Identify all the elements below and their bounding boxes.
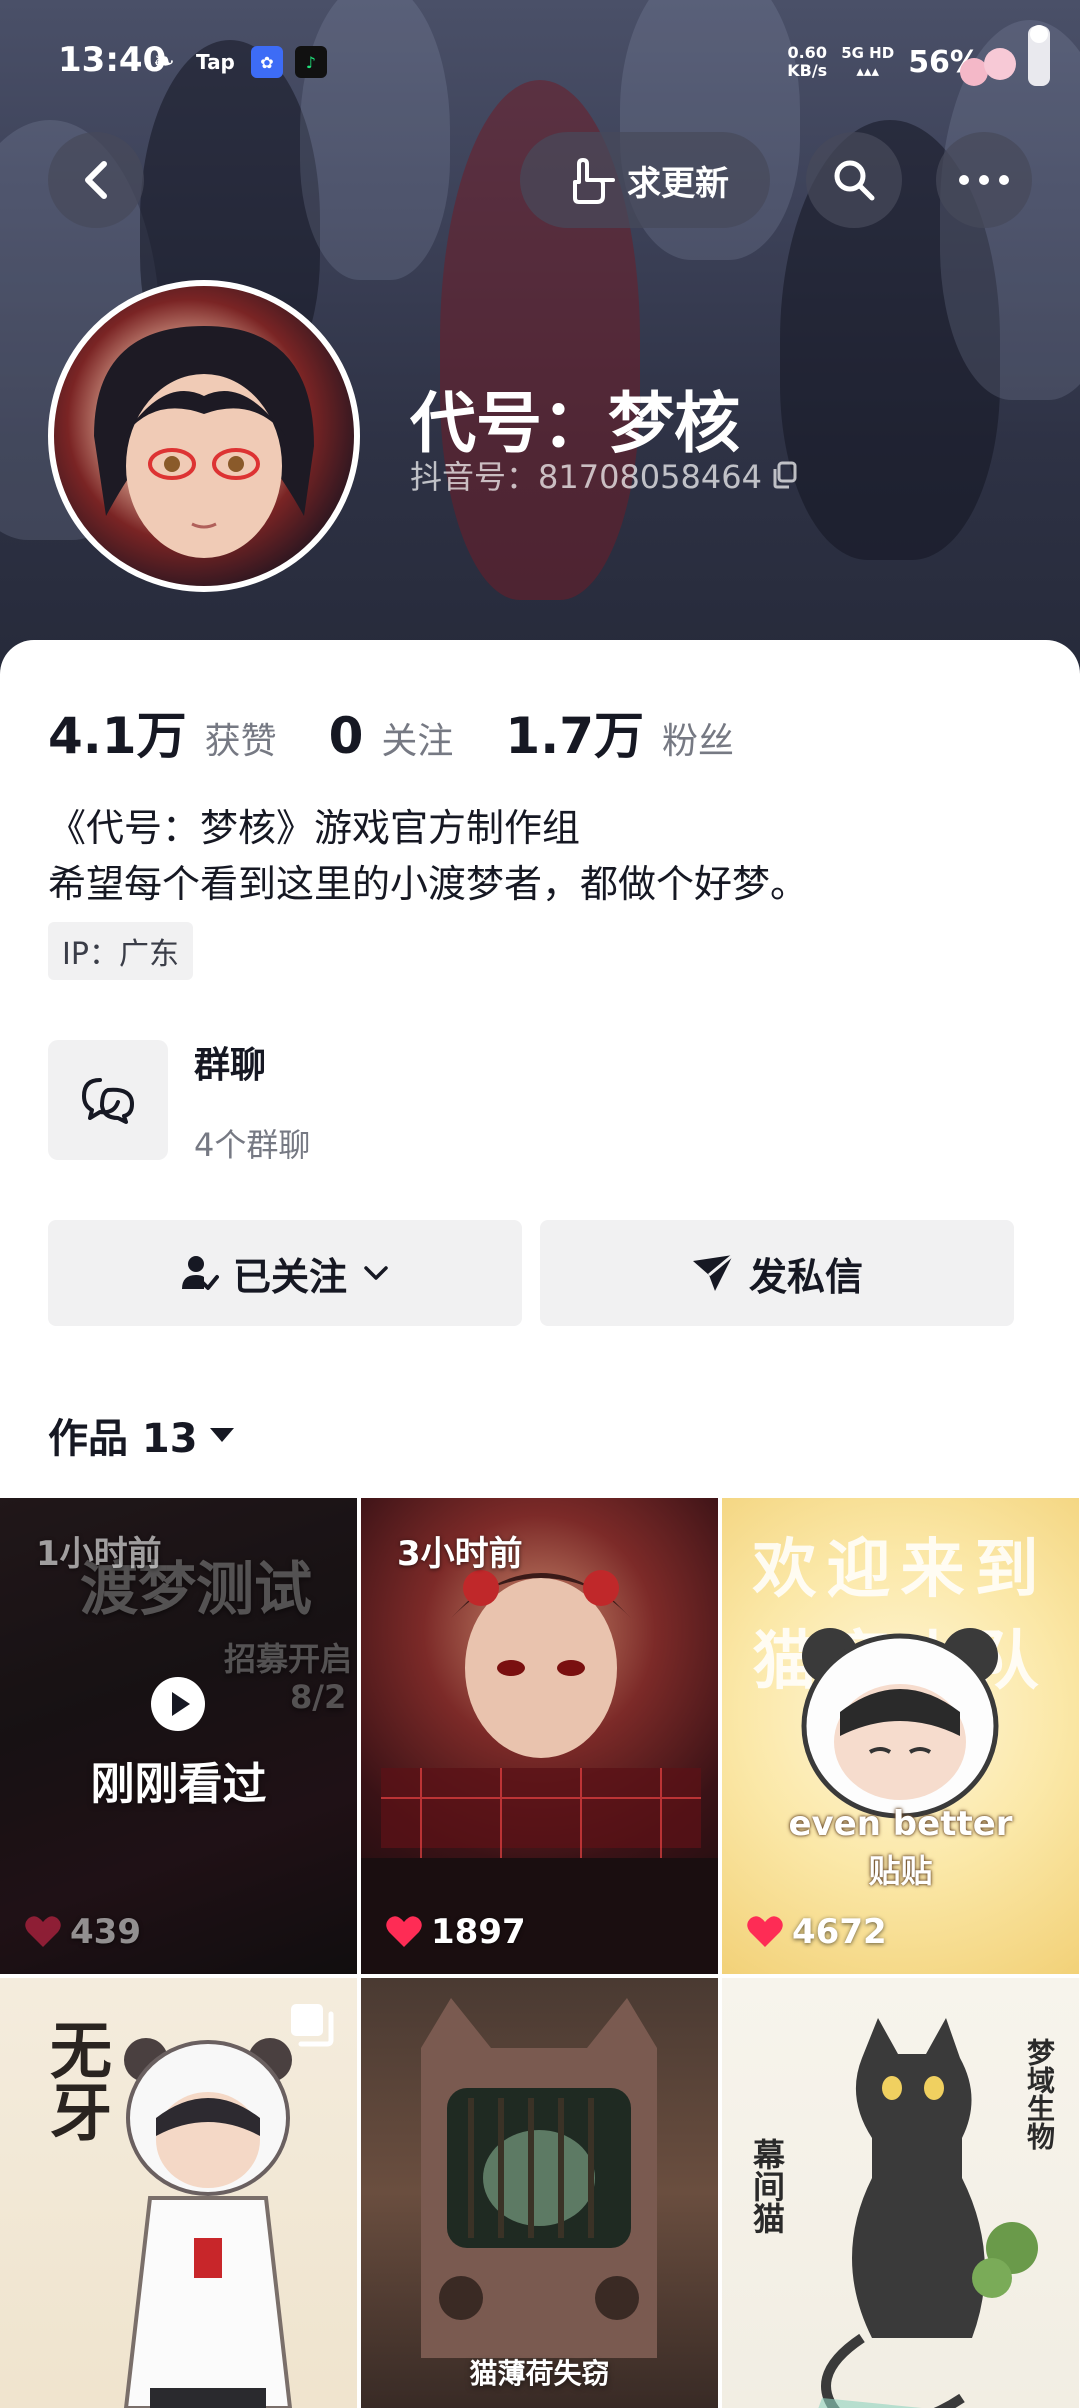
send-icon <box>692 1253 734 1291</box>
group-chat-icon <box>82 1078 134 1124</box>
group-chat-count: 4个群聊 <box>194 1126 311 1164</box>
profile-bio: 《代号：梦核》游戏官方制作组 希望每个看到这里的小渡梦者，都做个好梦。 <box>48 800 808 912</box>
more-button[interactable] <box>936 132 1032 228</box>
chevron-down-icon <box>364 1266 388 1280</box>
music-app-icon: ♪ <box>294 46 327 78</box>
pointing-hand-icon <box>573 158 615 204</box>
stat-followers[interactable]: 1.7万 粉丝 <box>505 696 734 768</box>
request-update-button[interactable]: 求更新 <box>520 132 770 228</box>
video-time: 1小时前 <box>36 1534 162 1574</box>
stat-followers-label: 粉丝 <box>661 721 734 762</box>
works-grid: 渡梦测试 招募开启 8/2 1小时前 刚刚看过 439 3小时前 1897 欢迎… <box>0 1498 1080 2408</box>
bio-line: 希望每个看到这里的小渡梦者，都做个好梦。 <box>48 862 809 906</box>
notification-icons: ❧ Tap ✿ ♪ <box>148 46 327 78</box>
net-speed-unit: KB/s <box>787 61 828 80</box>
black-cat-illustration <box>818 2018 1038 2408</box>
video-likes-count: 4672 <box>792 1912 887 1952</box>
header-banner: 13:40 ❧ Tap ✿ ♪ 0.60 KB/s 5G HD ▴▴▴ 56% <box>0 0 1080 680</box>
profile-stats: 4.1万 获赞 0 关注 1.7万 粉丝 <box>48 696 734 768</box>
stat-followers-value: 1.7万 <box>505 707 644 765</box>
following-button[interactable]: 已关注 <box>48 1220 522 1326</box>
chevron-left-icon <box>85 161 107 199</box>
group-chat-icon-card[interactable] <box>48 1040 168 1160</box>
net-speed: 0.60 KB/s <box>787 44 827 80</box>
request-update-label: 求更新 <box>627 163 729 204</box>
stat-likes[interactable]: 4.1万 获赞 <box>48 696 277 768</box>
heart-icon <box>25 1916 61 1947</box>
profile-sheet: 4.1万 获赞 0 关注 1.7万 粉丝 《代号：梦核》游戏官方制作组 希望每个… <box>0 640 1080 1500</box>
bio-line: 《代号：梦核》游戏官方制作组 <box>48 806 581 850</box>
send-message-label: 发私信 <box>748 1254 863 1299</box>
works-tab-label: 作品 13 <box>48 1416 198 1462</box>
signal-bars-icon: ▴▴▴ <box>856 62 879 80</box>
video-tile[interactable]: 3小时前 1897 <box>361 1498 718 1974</box>
video-likes-count: 439 <box>70 1912 141 1952</box>
video-overlay-title: 猫薄荷失窃 <box>469 2357 610 2390</box>
decoration-sticker-icon <box>960 25 1050 86</box>
stat-likes-label: 获赞 <box>204 721 277 762</box>
douyin-id-text: 抖音号：81708058464 <box>410 458 762 496</box>
video-tile[interactable]: 无牙 <box>0 1978 357 2408</box>
user-check-icon <box>181 1256 219 1290</box>
play-icon <box>151 1677 205 1731</box>
recently-watched-label: 刚刚看过 <box>90 1759 267 1810</box>
search-icon <box>834 160 875 201</box>
leaf-app-icon: ❧ <box>153 47 175 77</box>
tv-cat-illustration <box>421 1998 657 2358</box>
taptap-icon: Tap <box>196 50 235 74</box>
triangle-down-icon <box>209 1428 234 1442</box>
ip-location-tag: IP：广东 <box>48 922 193 980</box>
video-tile[interactable]: 渡梦测试 招募开启 8/2 1小时前 刚刚看过 439 <box>0 1498 357 1974</box>
video-tile[interactable]: 梦域生物 幕间猫 <box>722 1978 1079 2408</box>
status-bar: 13:40 ❧ Tap ✿ ♪ 0.60 KB/s 5G HD ▴▴▴ 56% <box>0 0 1080 120</box>
video-likes: 1897 <box>385 1912 526 1952</box>
video-tile[interactable]: 欢迎来到猫窝小队 even better 贴贴 4672 <box>722 1498 1079 1974</box>
image-set-icon <box>291 2004 334 2047</box>
more-dots-icon <box>959 175 1009 185</box>
video-tile[interactable]: 猫薄荷失窃 <box>361 1978 718 2408</box>
stat-following-label: 关注 <box>381 721 454 762</box>
video-likes: 4672 <box>746 1912 887 1952</box>
net-speed-value: 0.60 <box>787 43 827 62</box>
avatar[interactable] <box>48 280 360 592</box>
video-likes-count: 1897 <box>431 1912 526 1952</box>
signal-indicator: 5G HD ▴▴▴ <box>841 44 894 80</box>
group-chat-title[interactable]: 群聊 <box>194 1036 266 1088</box>
flower-app-icon: ✿ <box>250 46 283 78</box>
works-tab[interactable]: 作品 13 <box>48 1406 236 1464</box>
douyin-id[interactable]: 抖音号：81708058464 <box>410 452 798 498</box>
stat-following-value: 0 <box>328 707 364 765</box>
stat-following[interactable]: 0 关注 <box>329 707 454 765</box>
search-button[interactable] <box>806 132 902 228</box>
back-button[interactable] <box>48 132 144 228</box>
video-caption: 贴贴 <box>868 1852 933 1890</box>
video-caption: even better <box>788 1804 1013 1844</box>
copy-icon[interactable] <box>772 461 798 489</box>
heart-icon <box>747 1916 783 1947</box>
panda-character-art <box>801 1628 999 1819</box>
character-illustration <box>123 2038 293 2408</box>
following-label: 已关注 <box>232 1254 347 1299</box>
system-status: 0.60 KB/s 5G HD ▴▴▴ 56% <box>787 44 980 81</box>
video-likes: 439 <box>24 1912 141 1952</box>
video-time: 3小时前 <box>397 1534 523 1574</box>
heart-icon <box>386 1916 422 1947</box>
send-message-button[interactable]: 发私信 <box>540 1220 1014 1326</box>
network-type: 5G HD <box>841 44 895 62</box>
avatar-illustration <box>94 326 314 558</box>
stat-likes-value: 4.1万 <box>48 707 187 765</box>
